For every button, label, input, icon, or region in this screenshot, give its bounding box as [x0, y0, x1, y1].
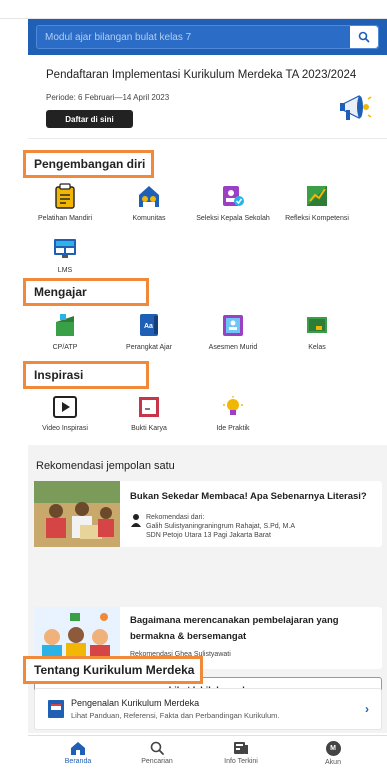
nav-info-terkini[interactable]: Info Terkini: [206, 741, 276, 765]
card-title-line-1: Bagaimana merencanakan pembelajaran yang: [130, 615, 339, 626]
menu-perangkat-ajar[interactable]: Aa Perangkat Ajar: [107, 312, 191, 351]
menu-label: Pelatihan Mandiri: [37, 215, 93, 222]
avatar-letter: M: [330, 745, 336, 752]
menu-label: Asesmen Murid: [208, 344, 258, 351]
register-button[interactable]: Daftar di sini: [46, 110, 133, 128]
menu-label: Kelas: [308, 344, 326, 351]
nav-akun[interactable]: M Akun: [298, 741, 368, 766]
avatar: M: [325, 741, 341, 756]
search-icon: [150, 741, 164, 755]
curriculum-card-title: Pengenalan Kurikulum Merdeka: [71, 698, 200, 708]
menu-label: Komunitas: [132, 215, 166, 222]
assessment-icon: [223, 315, 243, 336]
menu-label: LMS: [57, 267, 73, 274]
menu-bukti-karya[interactable]: Bukti Karya: [107, 395, 191, 432]
menu-seleksi-kepala-sekolah[interactable]: Seleksi Kepala Sekolah: [191, 183, 275, 222]
bottom-navigation: Beranda Pencarian Info Terkini M Akun: [28, 735, 387, 774]
recommendation-title: Rekomendasi jempolan satu: [36, 460, 175, 472]
search-bar[interactable]: [36, 25, 379, 49]
nav-label: Info Terkini: [224, 758, 258, 765]
search-button[interactable]: [350, 26, 378, 48]
menu-cp-atp[interactable]: CP/ATP: [23, 312, 107, 351]
status-bar: [0, 0, 387, 19]
registration-banner[interactable]: Pendaftaran Implementasi Kurikulum Merde…: [28, 55, 387, 139]
menu-label: Ide Praktik: [216, 425, 250, 432]
banner-title: Pendaftaran Implementasi Kurikulum Merde…: [46, 69, 357, 81]
recommendation-card[interactable]: Bukan Sekedar Membaca! Apa Sebenarnya Li…: [34, 481, 382, 547]
news-icon: [234, 742, 248, 754]
menu-video-inspirasi[interactable]: Video Inspirasi: [23, 395, 107, 432]
card-title: Bukan Sekedar Membaca! Apa Sebenarnya Li…: [130, 491, 367, 502]
section-title-inspirasi: Inspirasi: [23, 361, 149, 389]
menu-pelatihan-mandiri[interactable]: Pelatihan Mandiri: [23, 183, 107, 222]
card-title-line-2: bermakna & bersemangat: [130, 631, 247, 642]
menu-kelas[interactable]: Kelas: [275, 312, 359, 351]
menu-label: Seleksi Kepala Sekolah: [196, 215, 270, 222]
selection-icon: [223, 186, 244, 206]
classroom-icon: [307, 317, 327, 333]
chevron-right-icon: ›: [365, 702, 369, 716]
menu-ide-praktik[interactable]: Ide Praktik: [191, 395, 275, 432]
curriculum-book-icon: [48, 700, 64, 718]
nav-beranda[interactable]: Beranda: [43, 741, 113, 765]
community-icon: [139, 186, 159, 207]
menu-label: CP/ATP: [52, 344, 78, 351]
menu-label: Refleksi Kompetensi: [285, 215, 349, 222]
menu-refleksi-kompetensi[interactable]: Refleksi Kompetensi: [275, 183, 359, 222]
nav-label: Beranda: [64, 758, 92, 765]
cp-atp-icon: [56, 314, 74, 336]
menu-lms[interactable]: LMS: [23, 235, 107, 274]
nav-label: Pencarian: [141, 758, 173, 765]
home-icon: [71, 742, 85, 755]
training-icon: [55, 183, 75, 209]
lightbulb-icon: [223, 396, 243, 415]
menu-label: Video Inspirasi: [42, 425, 88, 432]
card-rec-name: Galih Sulistyaningraningrum Rahajat, S.P…: [146, 523, 296, 530]
megaphone-icon: [340, 95, 372, 120]
search-input[interactable]: [45, 31, 345, 43]
menu-label: Bukti Karya: [131, 425, 167, 432]
teaching-kit-icon: Aa: [140, 314, 158, 336]
section-title-mengajar: Mengajar: [23, 278, 149, 306]
recommender-avatar-icon: [131, 514, 141, 527]
video-icon: [53, 396, 77, 418]
card-rec-school: SDN Petojo Utara 13 Pagi Jakarta Barat: [146, 532, 271, 539]
nav-pencarian[interactable]: Pencarian: [122, 741, 192, 765]
menu-komunitas[interactable]: Komunitas: [107, 183, 191, 222]
section-title-tentang: Tentang Kurikulum Merdeka: [23, 656, 204, 684]
card-rec-label: Rekomendasi dari:: [146, 514, 205, 521]
curriculum-card-subtitle: Lihat Panduan, Referensi, Fakta dan Perb…: [71, 711, 280, 720]
card-thumbnail: [34, 481, 120, 547]
svg-text:Aa: Aa: [144, 323, 153, 330]
portfolio-icon: [139, 397, 159, 417]
reflection-icon: [307, 186, 327, 206]
search-icon: [358, 31, 370, 43]
curriculum-intro-card[interactable]: Pengenalan Kurikulum Merdeka Lihat Pandu…: [34, 688, 382, 730]
section-title-pengembangan: Pengembangan diri: [23, 150, 155, 178]
nav-label: Akun: [325, 759, 341, 766]
main-content: Pendaftaran Implementasi Kurikulum Merde…: [23, 55, 387, 735]
banner-period: Periode: 6 Februari—14 April 2023: [46, 93, 170, 102]
lms-icon: [54, 239, 76, 258]
menu-label: Perangkat Ajar: [126, 344, 172, 351]
menu-asesmen-murid[interactable]: Asesmen Murid: [191, 312, 275, 351]
